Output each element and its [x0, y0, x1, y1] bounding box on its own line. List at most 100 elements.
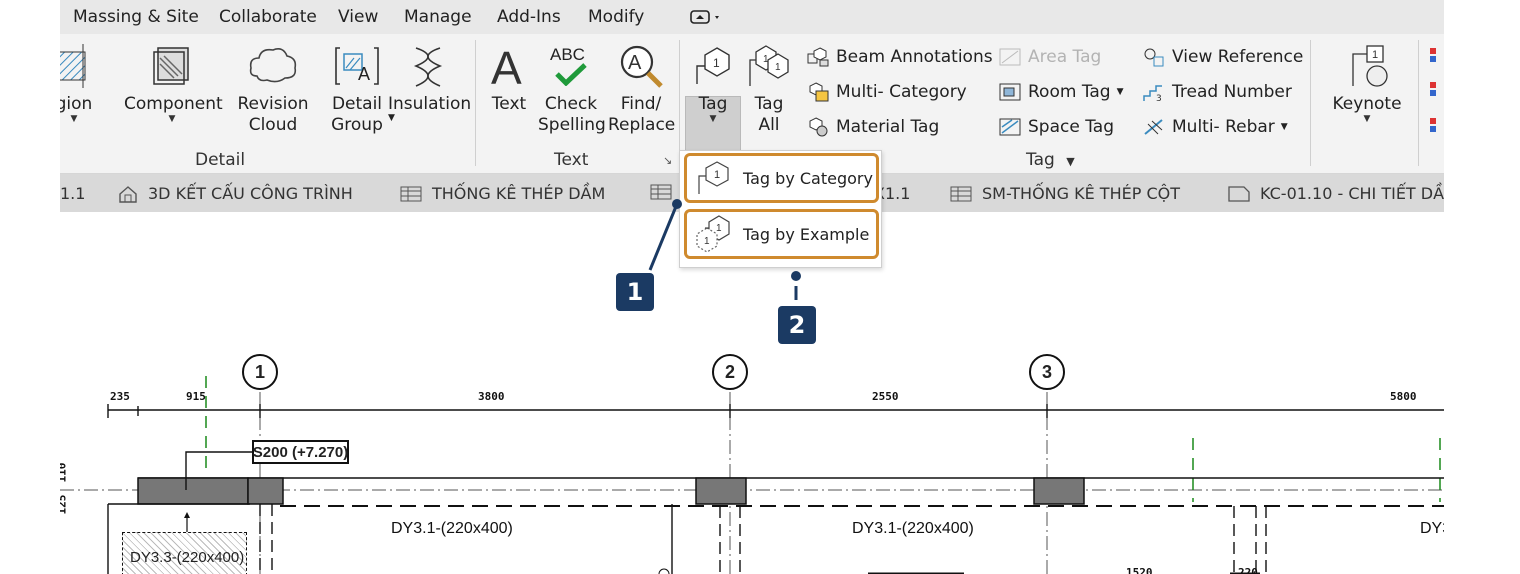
room-tag-button[interactable]: Room Tag ▼: [998, 81, 1124, 103]
svg-text:1: 1: [1372, 49, 1378, 61]
svg-text:1: 1: [716, 223, 722, 234]
schedule-icon: [400, 186, 422, 201]
revision-cloud-button[interactable]: Revision Cloud: [236, 44, 310, 136]
dimension-text: 220: [1238, 566, 1258, 574]
tab-add-ins[interactable]: Add-Ins: [497, 7, 561, 27]
view-tab-sheet[interactable]: KC-01.10 - CHI TIẾT DẦ: [1228, 184, 1444, 203]
revision-cloud-label-2: Cloud: [248, 115, 298, 135]
tag-icon: 1: [696, 47, 730, 84]
beam-tag[interactable]: DY3.1-(220x400): [852, 520, 974, 538]
space-tag-button[interactable]: Space Tag: [998, 116, 1114, 138]
tab-view[interactable]: View: [338, 7, 378, 27]
contextual-tab-toggle[interactable]: [690, 8, 724, 30]
panel-toggle-icon: [690, 10, 719, 24]
view-tab-schedule-beam[interactable]: THỐNG KÊ THÉP DẦM: [400, 184, 605, 203]
legend-icon[interactable]: [1428, 46, 1444, 136]
panel-separator: [1310, 40, 1311, 166]
schedule-icon: [650, 184, 672, 200]
component-button[interactable]: Component ▼: [124, 44, 223, 124]
dimension-text: 235: [110, 390, 130, 403]
material-tag-label: Material Tag: [836, 117, 940, 137]
dimension-text: 5800: [1390, 390, 1417, 403]
svg-text:A: A: [491, 44, 522, 88]
tread-number-label: Tread Number: [1172, 82, 1292, 102]
detail-group-icon: A: [335, 47, 379, 85]
tab-massing-site[interactable]: Massing & Site: [73, 7, 199, 27]
multi-rebar-label: Multi- Rebar: [1172, 117, 1275, 137]
text-label: Text: [491, 94, 527, 114]
chevron-down-icon: ▼: [70, 114, 78, 124]
view-tab-1[interactable]: 1.1: [60, 184, 85, 203]
svg-text:3: 3: [1156, 94, 1162, 103]
panel-label-detail: Detail: [195, 150, 246, 170]
area-tag-label: Area Tag: [1028, 47, 1102, 67]
insulation-button[interactable]: Insulation: [388, 44, 471, 115]
keynote-button[interactable]: 1 Keynote ▼: [1328, 44, 1406, 124]
tag-by-example-icon: 1 1: [696, 215, 730, 253]
beam-annotations-button[interactable]: Beam Annotations: [806, 46, 993, 68]
region-button[interactable]: gion ▼: [60, 44, 94, 124]
tab-collaborate[interactable]: Collaborate: [219, 7, 317, 27]
grid-bubble-3[interactable]: 3: [1029, 354, 1065, 390]
space-tag-label: Space Tag: [1028, 117, 1114, 137]
dimension-text: 2550: [872, 390, 899, 403]
find-replace-button[interactable]: A Find/ Replace: [608, 44, 675, 136]
view-tab-schedule-column[interactable]: SM-THỐNG KÊ THÉP CỘT: [950, 184, 1180, 203]
svg-text:A: A: [358, 64, 370, 84]
check-spelling-button[interactable]: ABC Check Spelling: [538, 44, 606, 136]
multi-category-label: Multi- Category: [836, 82, 967, 102]
overflow-icons: [1428, 46, 1444, 140]
tag-button[interactable]: 1 Tag ▼: [686, 44, 740, 124]
tread-number-button[interactable]: 3 Tread Number: [1142, 81, 1292, 103]
revit-window: Massing & Site Collaborate View Manage A…: [60, 0, 1444, 574]
callout-badge-1: 1: [616, 273, 654, 311]
grid-bubble-2[interactable]: 2: [712, 354, 748, 390]
material-tag-button[interactable]: Material Tag: [806, 116, 939, 138]
grid-bubble-1[interactable]: 1: [242, 354, 278, 390]
home-3d-icon: [119, 185, 137, 203]
area-tag-icon: [999, 48, 1021, 66]
view-reference-button[interactable]: View Reference: [1142, 46, 1303, 68]
view-tab-schedule-hidden[interactable]: [650, 184, 672, 200]
text-button[interactable]: A Text: [484, 44, 534, 115]
chevron-down-icon: ▼: [1280, 122, 1288, 132]
beam-tag[interactable]: DY3: [1420, 520, 1444, 538]
tag-all-label-2: All: [758, 115, 780, 135]
insulation-icon: [413, 47, 443, 87]
tread-number-icon: 3: [1143, 85, 1162, 103]
tab-modify[interactable]: Modify: [588, 7, 644, 27]
text-icon: A: [491, 44, 522, 88]
tag-all-icon: 1 1: [749, 45, 789, 86]
panel-label-text: Text: [554, 150, 589, 170]
svg-text:1: 1: [714, 169, 720, 181]
area-tag-button[interactable]: Area Tag: [998, 46, 1101, 68]
dimension-text: 3800: [478, 390, 505, 403]
tag-by-category-item[interactable]: 1 Tag by Category: [684, 153, 879, 203]
room-tag-label: Room Tag: [1028, 82, 1111, 102]
hatched-beam-tag[interactable]: DY3.3-(220x400): [122, 532, 247, 574]
side-dimension-text: 110: [60, 462, 69, 483]
multi-category-button[interactable]: Multi- Category: [806, 81, 967, 103]
beam-annotations-icon: [807, 47, 829, 67]
panel-separator: [1418, 40, 1419, 166]
tab-manage[interactable]: Manage: [404, 7, 472, 27]
beam-tag[interactable]: DY3.1-(220x400): [391, 520, 513, 538]
detail-group-button[interactable]: A Detail Group ▼: [322, 44, 395, 136]
find-replace-label-1: Find/: [620, 94, 662, 114]
tag-dropdown-menu: 1 Tag by Category 1 1 Tag by Example: [679, 150, 882, 268]
section-level-tag[interactable]: S200 (+7.270): [252, 440, 349, 464]
panel-launcher-icon[interactable]: ↘: [663, 154, 672, 167]
panel-label-tag[interactable]: Tag ▼: [1026, 150, 1075, 170]
tag-all-button[interactable]: 1 1 Tag All: [744, 44, 794, 136]
tag-by-example-item[interactable]: 1 1 Tag by Example: [684, 209, 879, 259]
chevron-down-icon: ▼: [1116, 87, 1124, 97]
panel-label-tag-text: Tag: [1026, 150, 1055, 170]
region-label: gion: [60, 94, 93, 114]
check-spelling-icon: ABC: [548, 44, 594, 88]
keynote-icon: 1: [1352, 45, 1388, 87]
callout-badge-2: 2: [778, 306, 816, 344]
material-tag-icon: [809, 117, 828, 137]
multi-rebar-button[interactable]: Multi- Rebar ▼: [1142, 116, 1288, 138]
chevron-down-icon: ▼: [1066, 155, 1075, 168]
view-tab-3d[interactable]: 3D KẾT CẤU CÔNG TRÌNH: [118, 184, 353, 203]
